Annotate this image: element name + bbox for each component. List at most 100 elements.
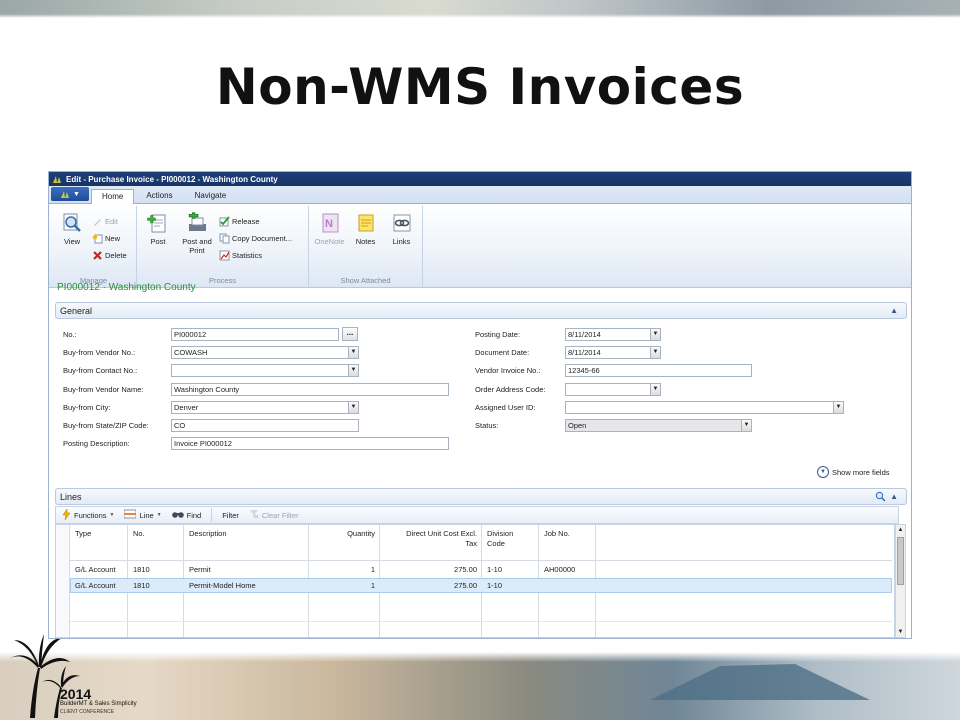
search-icon[interactable]: [875, 491, 886, 504]
purchase-invoice-window: Edit - Purchase Invoice - PI000012 - Was…: [48, 171, 912, 639]
header-division-code-line2[interactable]: Code: [487, 539, 505, 549]
posting-description-value: Invoice PI000012: [174, 439, 232, 448]
chevron-down-icon[interactable]: ▼: [741, 420, 751, 431]
onenote-button[interactable]: N OneNote: [313, 208, 346, 273]
header-no[interactable]: No.: [133, 529, 145, 539]
copy-document-button[interactable]: Copy Document...: [219, 231, 292, 245]
status-field[interactable]: Open ▼: [565, 419, 752, 432]
header-quantity[interactable]: Quantity: [309, 529, 375, 539]
collapse-chevron-icon[interactable]: ▲: [890, 492, 898, 501]
release-button[interactable]: Release: [219, 214, 292, 228]
field-label-posting-description: Posting Description:: [63, 439, 130, 448]
table-row[interactable]: G/L Account 1810 Permit 1 275.00 1-10 AH…: [70, 562, 892, 577]
vendor-invoice-no-value: 12345-66: [568, 366, 600, 375]
onenote-icon: N: [322, 213, 338, 233]
view-button[interactable]: View: [55, 208, 89, 273]
delete-button[interactable]: Delete: [92, 248, 127, 262]
post-button[interactable]: Post: [141, 208, 175, 273]
table-row[interactable]: G/L Account 1810 Permit-Model Home 1 275…: [70, 578, 892, 593]
edit-button[interactable]: Edit: [92, 214, 127, 228]
find-button[interactable]: Find: [171, 510, 201, 521]
svg-text:N: N: [325, 218, 333, 230]
group-label-show-attached: Show Attached: [340, 276, 391, 285]
cell-no: 1810: [133, 565, 150, 574]
post-and-print-button[interactable]: Post and Print: [178, 208, 216, 273]
cell-quantity: 1: [370, 565, 375, 574]
header-direct-unit-cost-line2[interactable]: Tax: [380, 539, 477, 549]
clear-filter-button[interactable]: Clear Filter: [249, 509, 299, 521]
chevron-down-icon[interactable]: ▼: [348, 365, 358, 376]
line-label: Line: [139, 510, 154, 520]
functions-menu-button[interactable]: Functions ▼: [62, 507, 114, 522]
scroll-down-icon[interactable]: ▼: [896, 627, 905, 637]
scroll-up-icon[interactable]: ▲: [896, 525, 905, 535]
notes-button[interactable]: Notes: [349, 208, 382, 273]
toolbar-separator: [211, 508, 213, 522]
links-button[interactable]: Links: [385, 208, 418, 273]
new-star-icon: [92, 233, 103, 244]
magnifier-icon: [63, 213, 81, 232]
no-assist-edit-button[interactable]: ...: [342, 327, 358, 341]
general-fasttab-header[interactable]: General ▲: [55, 302, 907, 319]
no-field[interactable]: PI000012: [171, 328, 339, 341]
clear-filter-icon: [249, 509, 259, 521]
app-menu-button[interactable]: ▼: [51, 187, 89, 201]
line-menu-button[interactable]: Line ▼: [123, 509, 162, 521]
row-divider: [70, 621, 892, 622]
no-value: PI000012: [174, 330, 207, 339]
header-type[interactable]: Type: [75, 529, 91, 539]
tab-navigate[interactable]: Navigate: [185, 189, 237, 203]
header-job-no[interactable]: Job No.: [544, 529, 570, 539]
tab-actions[interactable]: Actions: [136, 189, 182, 203]
vendor-name-field[interactable]: Washington County: [171, 383, 449, 396]
state-zip-value: CO: [174, 421, 186, 430]
lines-fasttab-header[interactable]: Lines ▲: [55, 488, 907, 505]
ribbon: View Edit New Delete Manage Post Post an…: [49, 204, 911, 288]
chevron-down-icon[interactable]: ▼: [650, 384, 660, 395]
document-date-field[interactable]: 8/11/2014 ▼: [565, 346, 661, 359]
record-title: PI000012 · Washington County: [57, 282, 196, 293]
chevron-down-icon[interactable]: ▼: [833, 402, 843, 413]
post-label: Post: [150, 237, 166, 246]
ribbon-group-process: Post Post and Print Release Copy Documen…: [137, 206, 309, 287]
edit-label: Edit: [105, 216, 118, 226]
header-direct-unit-cost-line1[interactable]: Direct Unit Cost Excl.: [380, 529, 477, 539]
city-field[interactable]: Denver ▼: [171, 401, 359, 414]
assigned-user-id-field[interactable]: ▼: [565, 401, 844, 414]
field-label-vendor-name: Buy-from Vendor Name:: [63, 385, 144, 394]
statistics-button[interactable]: Statistics: [219, 248, 292, 262]
tab-home[interactable]: Home: [91, 189, 135, 204]
state-zip-field[interactable]: CO: [171, 419, 359, 432]
filter-button[interactable]: Filter: [222, 511, 239, 520]
vendor-no-field[interactable]: COWASH ▼: [171, 346, 359, 359]
field-label-state-zip: Buy-from State/ZIP Code:: [63, 421, 149, 430]
scrollbar-thumb[interactable]: [897, 537, 904, 585]
chevron-down-icon[interactable]: ▼: [348, 402, 358, 413]
new-button[interactable]: New: [92, 231, 127, 245]
cell-description: Permit-Model Home: [189, 581, 256, 590]
vendor-invoice-no-field[interactable]: 12345-66: [565, 364, 752, 377]
copy-document-icon: [219, 233, 230, 244]
contact-no-field[interactable]: ▼: [171, 364, 359, 377]
lightning-icon: [62, 507, 71, 522]
links-label: Links: [392, 237, 411, 246]
chevron-down-icon[interactable]: ▼: [650, 329, 660, 340]
ribbon-tabs: ▼ Home Actions Navigate: [49, 186, 911, 204]
chevron-down-icon: ▼: [156, 512, 162, 518]
cell-direct-unit-cost[interactable]: 275.00: [380, 581, 477, 590]
posting-description-field[interactable]: Invoice PI000012: [171, 437, 449, 450]
header-division-code-line1[interactable]: Division: [487, 529, 513, 539]
logo-subtagline: CLIENT CONFERENCE: [60, 709, 115, 715]
header-description[interactable]: Description: [189, 529, 227, 539]
window-titlebar: Edit - Purchase Invoice - PI000012 - Was…: [49, 172, 911, 186]
posting-date-field[interactable]: 8/11/2014 ▼: [565, 328, 661, 341]
chevron-down-icon[interactable]: ▼: [348, 347, 358, 358]
functions-label: Functions: [74, 510, 107, 520]
chevron-down-icon[interactable]: ▼: [650, 347, 660, 358]
show-more-fields-link[interactable]: ▼ Show more fields: [817, 466, 890, 478]
lines-scrollbar[interactable]: ▲ ▼: [895, 524, 906, 638]
general-fasttab-label: General: [60, 305, 93, 316]
field-label-assigned-user-id: Assigned User ID:: [475, 403, 536, 412]
header-divider: [70, 560, 892, 561]
order-address-code-field[interactable]: ▼: [565, 383, 661, 396]
